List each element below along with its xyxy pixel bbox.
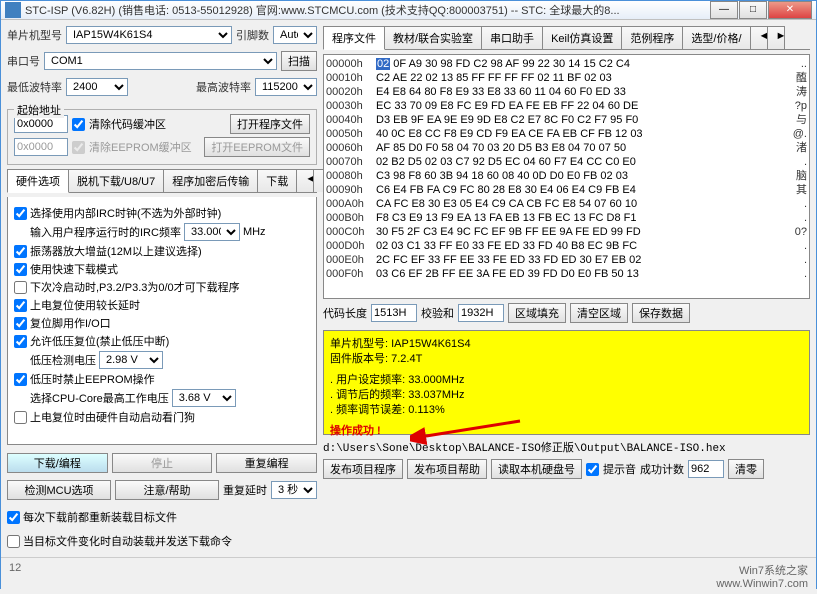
port-select[interactable]: COM1 xyxy=(44,52,277,70)
clear-eeprom-label: 清除EEPROM缓冲区 xyxy=(89,139,192,155)
publish-help-button[interactable]: 发布项目帮助 xyxy=(407,459,487,479)
success-count-value xyxy=(688,460,724,478)
tab-nav-left-r[interactable]: ◄ xyxy=(750,26,768,49)
scan-button[interactable]: 扫描 xyxy=(281,51,317,71)
chk-auto-send[interactable] xyxy=(7,535,20,548)
tab-nav-right-r[interactable]: ► xyxy=(767,26,785,49)
minimize-button[interactable]: — xyxy=(710,1,738,19)
open-code-button[interactable]: 打开程序文件 xyxy=(230,114,310,134)
code-len-value xyxy=(371,304,417,322)
hex-view[interactable]: 00000h 02 0F A9 30 98 FD C2 98 AF 99 22 … xyxy=(323,54,810,299)
pins-select[interactable]: Auto xyxy=(273,26,317,44)
tab-serial[interactable]: 串口助手 xyxy=(481,26,543,49)
min-baud-select[interactable]: 2400 xyxy=(66,78,128,96)
tab-keil[interactable]: Keil仿真设置 xyxy=(542,26,622,49)
titlebar: STC-ISP (V6.82H) (销售电话: 0513-55012928) 官… xyxy=(1,1,816,20)
max-baud-select[interactable]: 115200 xyxy=(255,78,317,96)
chk-osc-gain[interactable] xyxy=(14,245,27,258)
checksum-value xyxy=(458,304,504,322)
lvd-volt-select[interactable]: 2.98 V xyxy=(99,351,163,369)
delay-select[interactable]: 3 秒 xyxy=(271,481,317,499)
pins-label: 引脚数 xyxy=(236,27,269,43)
footer-left: 12 xyxy=(9,562,21,590)
tab-materials[interactable]: 教材/联合实验室 xyxy=(384,26,482,49)
save-data-button[interactable]: 保存数据 xyxy=(632,303,690,323)
tab-program-file[interactable]: 程序文件 xyxy=(323,26,385,50)
chk-lvd-reset[interactable] xyxy=(14,335,27,348)
fill-button[interactable]: 区域填充 xyxy=(508,303,566,323)
chk-long-delay[interactable] xyxy=(14,299,27,312)
maximize-button[interactable]: □ xyxy=(739,1,767,19)
download-button[interactable]: 下载/编程 xyxy=(7,453,108,473)
tab-selection[interactable]: 选型/价格/ xyxy=(682,26,750,49)
clear-code-label: 清除代码缓冲区 xyxy=(89,116,166,132)
read-disk-button[interactable]: 读取本机硬盘号 xyxy=(491,459,582,479)
checksum-label: 校验和 xyxy=(421,305,454,321)
success-count-label: 成功计数 xyxy=(640,461,684,477)
clear-area-button[interactable]: 清空区域 xyxy=(570,303,628,323)
max-baud-label: 最高波特率 xyxy=(196,79,251,95)
tab-offline[interactable]: 脱机下载/U8/U7 xyxy=(68,169,164,192)
titlebar-text: STC-ISP (V6.82H) (销售电话: 0513-55012928) 官… xyxy=(25,2,710,18)
right-tabs: 程序文件 教材/联合实验室 串口助手 Keil仿真设置 范例程序 选型/价格/ … xyxy=(323,26,810,50)
tab-examples[interactable]: 范例程序 xyxy=(621,26,683,49)
footer-watermark: Win7系统之家 www.Winwin7.com xyxy=(716,562,808,590)
chk-tip-sound[interactable] xyxy=(586,463,599,476)
stop-button: 停止 xyxy=(112,453,213,473)
chk-cold-boot[interactable] xyxy=(14,281,27,294)
open-eeprom-button: 打开EEPROM文件 xyxy=(204,137,310,157)
eeprom-addr-input xyxy=(14,138,68,156)
status-box: 单片机型号: IAP15W4K61S4 固件版本号: 7.2.4T . 用户设定… xyxy=(323,330,810,435)
lvd-volt-label: 低压检测电压 xyxy=(30,352,96,368)
irc-freq-unit: MHz xyxy=(243,226,266,238)
reprogram-button[interactable]: 重复编程 xyxy=(216,453,317,473)
success-text: 操作成功 ! xyxy=(330,425,381,437)
tab-encrypt[interactable]: 程序加密后传输 xyxy=(163,169,258,192)
chk-auto-reload[interactable] xyxy=(7,511,20,524)
min-baud-label: 最低波特率 xyxy=(7,79,62,95)
chk-lvd-eeprom[interactable] xyxy=(14,373,27,386)
chk-watchdog[interactable] xyxy=(14,411,27,424)
clear-eeprom-checkbox xyxy=(72,141,85,154)
delay-label: 重复延时 xyxy=(223,482,267,498)
chk-fast-dl[interactable] xyxy=(14,263,27,276)
arrow-icon xyxy=(410,419,530,449)
clear-code-checkbox[interactable] xyxy=(72,118,85,131)
cpu-volt-select[interactable]: 3.68 V xyxy=(172,389,236,407)
detect-mcu-button[interactable]: 检测MCU选项 xyxy=(7,480,111,500)
model-select[interactable]: IAP15W4K61S4 xyxy=(66,26,232,44)
tab-download[interactable]: 下载 xyxy=(257,169,297,192)
chk-use-irc[interactable] xyxy=(14,207,27,220)
cpu-volt-label: 选择CPU-Core最高工作电压 xyxy=(30,390,169,406)
publish-program-button[interactable]: 发布项目程序 xyxy=(323,459,403,479)
chk-reset-io[interactable] xyxy=(14,317,27,330)
tab-hardware[interactable]: 硬件选项 xyxy=(7,169,69,193)
code-len-label: 代码长度 xyxy=(323,305,367,321)
irc-freq-select[interactable]: 33.000 xyxy=(184,223,240,241)
close-button[interactable]: ✕ xyxy=(768,1,812,19)
start-addr-label: 起始地址 xyxy=(14,102,64,118)
port-label: 串口号 xyxy=(7,53,40,69)
irc-freq-label: 输入用户程序运行时的IRC频率 xyxy=(30,224,181,240)
file-path: d:\Users\Sone\Desktop\BALANCE-ISO修正版\Out… xyxy=(323,439,810,455)
app-icon xyxy=(5,2,21,18)
model-label: 单片机型号 xyxy=(7,27,62,43)
help-button[interactable]: 注意/帮助 xyxy=(115,480,219,500)
tab-nav-left[interactable]: ◄ xyxy=(296,169,314,192)
clear-zero-button[interactable]: 清零 xyxy=(728,459,764,479)
left-tabs: 硬件选项 脱机下载/U8/U7 程序加密后传输 下载 ◄ ► xyxy=(7,169,317,193)
